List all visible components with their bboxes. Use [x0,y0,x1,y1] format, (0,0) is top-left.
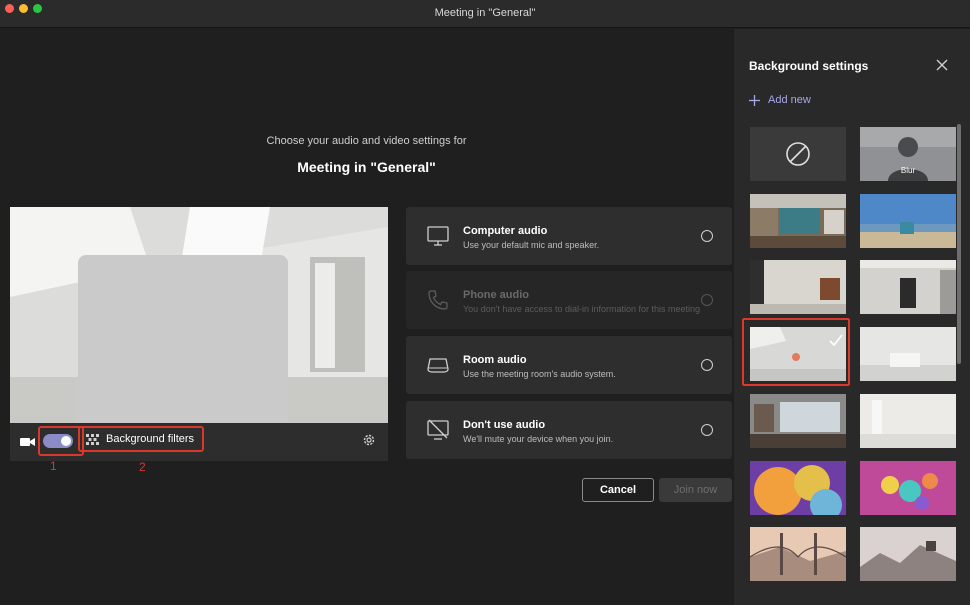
prejoin-intro: Choose your audio and video settings for [266,135,467,147]
office-background-image [750,194,846,248]
annotation-2: 2 [139,460,146,474]
audio-option-room[interactable]: Room audio Use the meeting room's audio … [406,336,732,394]
audio-option-title: Phone audio [463,289,529,301]
background-option[interactable] [860,461,956,515]
add-new-button[interactable]: Add new [749,94,811,106]
background-option[interactable] [860,527,956,581]
no-audio-icon [427,419,449,440]
audio-option-none[interactable]: Don't use audio We'll mute your device w… [406,401,732,459]
audio-option-title: Room audio [463,354,527,366]
background-option[interactable] [750,527,846,581]
background-option[interactable] [860,327,956,381]
minimal-wall-background-image [860,394,956,448]
audio-option-desc: Use your default mic and speaker. [463,240,600,250]
camera-toggle[interactable] [43,434,73,448]
loft-background-image [860,260,956,314]
audio-option-title: Don't use audio [463,419,546,431]
background-option[interactable] [860,260,956,314]
bridge-background-image [750,527,846,581]
beach-background-image [860,194,956,248]
room-speaker-icon [427,358,449,373]
audio-option-title: Computer audio [463,225,548,237]
audio-option-radio[interactable] [701,230,713,242]
no-background-icon [786,142,810,166]
background-option[interactable] [750,394,846,448]
add-new-label: Add new [768,94,811,106]
camera-toggle-knob [61,436,71,446]
audio-option-phone: Phone audio You don't have access to dia… [406,271,732,329]
background-none[interactable] [750,127,846,181]
window-title: Meeting in "General" [434,7,536,19]
background-blur[interactable]: Blur [860,127,956,181]
background-option[interactable] [860,194,956,248]
background-filters-button[interactable]: Background filters [78,426,204,452]
window-office-background-image [750,394,846,448]
audio-option-radio[interactable] [701,359,713,371]
plus-icon [749,94,760,106]
background-option[interactable] [750,260,846,314]
abstract-orbs-background-image [750,461,846,515]
gear-icon[interactable] [362,433,376,447]
annotation-1: 1 [50,459,57,473]
user-video-placeholder [78,255,288,425]
title-bar: Meeting in "General" [0,0,970,28]
background-filters-label: Background filters [106,433,195,445]
monitor-icon [427,226,449,246]
bright-room-background-image [860,327,956,381]
camera-icon [20,438,35,446]
audio-option-desc: We'll mute your device when you join. [463,434,614,444]
video-preview: Background filters [10,207,388,461]
room-background-image [750,260,846,314]
balloons-background-image [860,461,956,515]
audio-option-radio [701,294,713,306]
join-now-button[interactable]: Join now [659,478,732,502]
blur-label: Blur [900,166,916,175]
meeting-title: Meeting in "General" [297,159,436,175]
audio-option-radio[interactable] [701,424,713,436]
background-option[interactable] [860,394,956,448]
background-option[interactable] [750,194,846,248]
cancel-button[interactable]: Cancel [582,478,654,502]
phone-icon [428,290,448,310]
close-icon[interactable] [936,59,948,71]
audio-option-desc: Use the meeting room's audio system. [463,369,616,379]
audio-option-desc: You don't have access to dial-in informa… [463,304,701,314]
panel-scrollbar[interactable] [957,124,961,364]
fantasy-landscape-background-image [860,527,956,581]
background-option[interactable] [750,461,846,515]
background-filters-icon [86,433,99,445]
background-settings-panel: Background settings Add new [734,29,970,605]
video-controls-bar: Background filters [10,423,388,461]
selected-background-highlight [742,318,850,386]
prejoin-screen: Choose your audio and video settings for… [0,29,733,605]
panel-title: Background settings [749,59,869,73]
audio-option-computer[interactable]: Computer audio Use your default mic and … [406,207,732,265]
